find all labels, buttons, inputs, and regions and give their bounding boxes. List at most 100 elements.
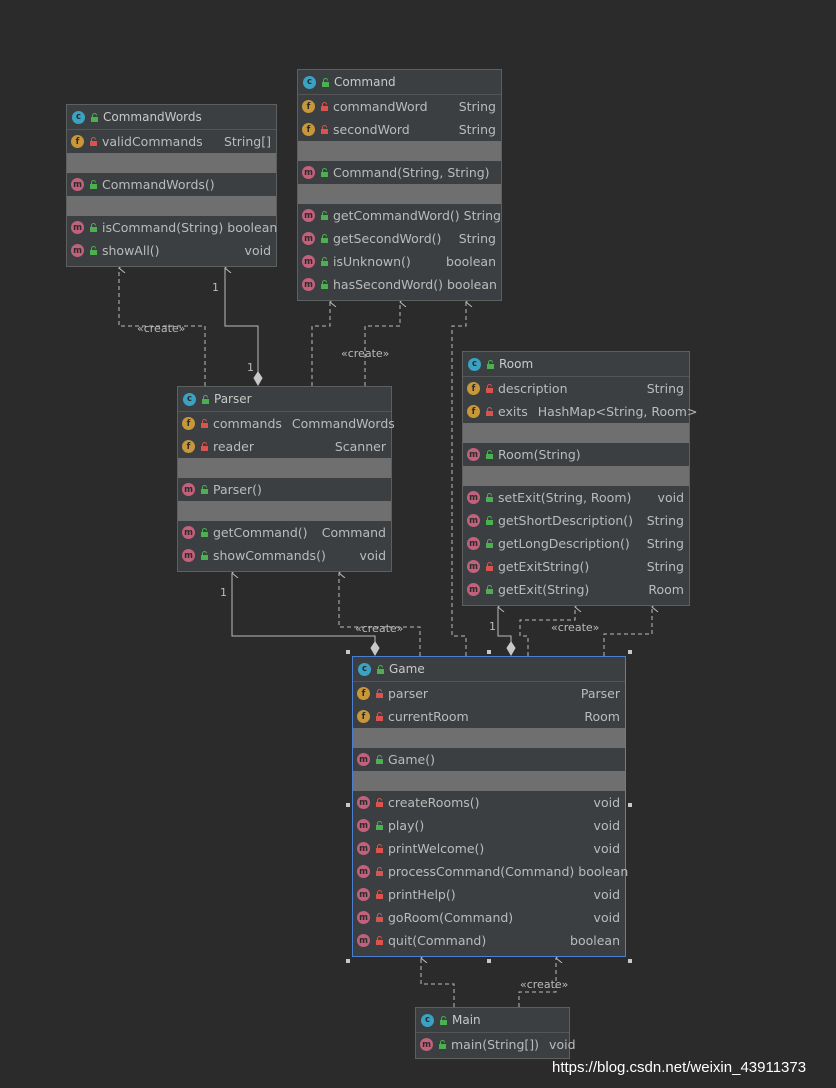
method-name: getExitString()	[498, 559, 590, 574]
method-row[interactable]: m quit(Command) boolean	[353, 929, 625, 952]
selection-handle[interactable]	[628, 650, 632, 654]
private-lock-icon	[374, 689, 384, 699]
method-icon: m	[302, 232, 315, 245]
field-row[interactable]: f currentRoom Room	[353, 705, 625, 728]
constructor-row[interactable]: m CommandWords()	[67, 173, 276, 196]
section-separator	[463, 423, 689, 443]
class-name: Game	[389, 662, 425, 676]
field-row[interactable]: f commands CommandWords	[178, 412, 395, 435]
method-type: Command	[321, 525, 386, 540]
class-room[interactable]: c Room f description String f exits Hash…	[462, 351, 697, 606]
method-row[interactable]: m setExit(String, Room) void	[463, 486, 689, 509]
section-separator	[178, 458, 391, 478]
method-type: String	[463, 208, 501, 223]
selection-handle[interactable]	[487, 650, 491, 654]
class-command[interactable]: c Command f commandWord String f secondW…	[297, 69, 502, 301]
method-row[interactable]: m main(String[]) void	[416, 1033, 576, 1056]
public-lock-icon	[319, 280, 329, 290]
method-name: showAll()	[102, 243, 160, 258]
method-icon: m	[71, 221, 84, 234]
method-name: play()	[388, 818, 425, 833]
method-row[interactable]: m printWelcome() void	[353, 837, 625, 860]
method-icon: m	[467, 491, 480, 504]
class-header[interactable]: c CommandWords	[67, 105, 276, 130]
method-row[interactable]: m showCommands() void	[178, 544, 391, 567]
class-header[interactable]: c Parser	[178, 387, 391, 412]
private-lock-icon	[199, 419, 209, 429]
edge-parser-create-command	[364, 302, 400, 386]
method-row[interactable]: m getCommand() Command	[178, 521, 391, 544]
method-row[interactable]: m isCommand(String) boolean	[67, 216, 277, 239]
method-name: main(String[])	[451, 1037, 540, 1052]
class-main[interactable]: c Main m main(String[]) void	[415, 1007, 576, 1059]
selection-handle[interactable]	[628, 803, 632, 807]
method-row[interactable]: m getLongDescription() String	[463, 532, 689, 555]
class-commandwords[interactable]: c CommandWords f validCommands String[] …	[66, 104, 277, 267]
field-row[interactable]: f parser Parser	[353, 682, 625, 705]
field-row[interactable]: f secondWord String	[298, 118, 501, 141]
method-row[interactable]: m getCommandWord() String	[298, 204, 501, 227]
method-icon: m	[357, 911, 370, 924]
selection-handle[interactable]	[346, 650, 350, 654]
method-icon: m	[467, 560, 480, 573]
public-lock-icon	[88, 246, 98, 256]
field-icon: f	[182, 417, 195, 430]
method-row[interactable]: m processCommand(Command) boolean	[353, 860, 628, 883]
public-lock-icon	[374, 821, 384, 831]
class-game[interactable]: c Game f parser Parser f currentRoom Roo…	[352, 656, 628, 957]
field-name: secondWord	[333, 122, 410, 137]
method-row[interactable]: m getShortDescription() String	[463, 509, 689, 532]
method-name: getCommand()	[213, 525, 308, 540]
edge-main-uses-game	[421, 958, 455, 1007]
private-lock-icon	[374, 890, 384, 900]
field-row[interactable]: f exits HashMap<String, Room>	[463, 400, 697, 423]
field-row[interactable]: f reader Scanner	[178, 435, 391, 458]
constructor-row[interactable]: m Parser()	[178, 478, 391, 501]
field-name: commandWord	[333, 99, 428, 114]
class-header[interactable]: c Main	[416, 1008, 569, 1033]
method-row[interactable]: m printHelp() void	[353, 883, 625, 906]
section-separator	[353, 728, 625, 748]
public-lock-icon	[438, 1015, 448, 1025]
field-row[interactable]: f commandWord String	[298, 95, 501, 118]
constructor-row[interactable]: m Game()	[353, 748, 625, 771]
selection-handle[interactable]	[487, 959, 491, 963]
method-type: String	[646, 536, 684, 551]
method-type: void	[593, 795, 620, 810]
composition-diamond-parser-commandwords	[253, 371, 263, 387]
method-name: getCommandWord()	[333, 208, 460, 223]
section-separator	[67, 153, 276, 173]
constructor-row[interactable]: m Command(String, String)	[298, 161, 501, 184]
class-parser[interactable]: c Parser f commands CommandWords f reade…	[177, 386, 395, 572]
selection-handle[interactable]	[628, 959, 632, 963]
method-row[interactable]: m hasSecondWord() boolean	[298, 273, 501, 296]
method-icon: m	[302, 255, 315, 268]
edge-parser-create-commandwords	[119, 268, 206, 386]
class-header[interactable]: c Game	[353, 657, 625, 682]
method-row[interactable]: m showAll() void	[67, 239, 276, 262]
selection-handle[interactable]	[346, 803, 350, 807]
composition-diamond-game-parser	[370, 641, 380, 657]
method-row[interactable]: m createRooms() void	[353, 791, 625, 814]
method-row[interactable]: m getExitString() String	[463, 555, 689, 578]
class-header[interactable]: c Room	[463, 352, 689, 377]
public-lock-icon	[199, 485, 209, 495]
class-header[interactable]: c Command	[298, 70, 501, 95]
field-row[interactable]: f validCommands String[]	[67, 130, 276, 153]
method-row[interactable]: m play() void	[353, 814, 625, 837]
method-row[interactable]: m getExit(String) Room	[463, 578, 689, 601]
method-icon: m	[357, 865, 370, 878]
constructor-row[interactable]: m Room(String)	[463, 443, 689, 466]
method-icon: m	[357, 796, 370, 809]
method-icon: m	[302, 209, 315, 222]
method-row[interactable]: m getSecondWord() String	[298, 227, 501, 250]
method-type: Room	[648, 582, 684, 597]
method-name: hasSecondWord()	[333, 277, 443, 292]
method-row[interactable]: m isUnknown() boolean	[298, 250, 501, 273]
method-row[interactable]: m goRoom(Command) void	[353, 906, 625, 929]
public-lock-icon	[88, 223, 98, 233]
private-lock-icon	[88, 137, 98, 147]
selection-handle[interactable]	[346, 959, 350, 963]
field-row[interactable]: f description String	[463, 377, 689, 400]
method-name: showCommands()	[213, 548, 326, 563]
